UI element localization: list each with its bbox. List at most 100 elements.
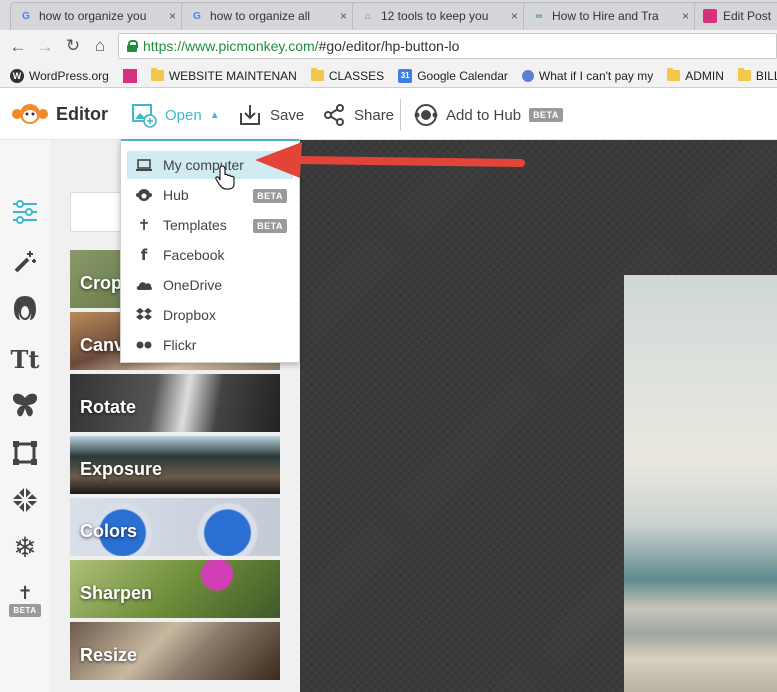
share-button[interactable]: Share bbox=[322, 101, 394, 129]
bookmark-label: ADMIN bbox=[685, 68, 724, 83]
facebook-icon: f bbox=[140, 246, 148, 264]
open-label: Open bbox=[165, 106, 202, 124]
bookmark-item[interactable]: WEBSITE MAINTENAN bbox=[150, 68, 297, 83]
save-button[interactable]: Save bbox=[238, 101, 304, 129]
bookmark-item[interactable]: 31 Google Calendar bbox=[398, 68, 508, 83]
url-secure-part: https://www.picmonkey.com/ bbox=[143, 38, 319, 54]
folder-icon bbox=[667, 68, 681, 81]
editor-canvas[interactable] bbox=[300, 140, 777, 692]
open-menu-item-templates[interactable]: ✝ Templates BETA bbox=[127, 211, 293, 239]
text-icon[interactable]: Tt bbox=[10, 344, 40, 374]
rail-beta-badge: BETA bbox=[9, 603, 41, 617]
open-menu-item-label: OneDrive bbox=[163, 277, 223, 293]
bookmark-item[interactable]: BILLS bbox=[737, 68, 777, 83]
bookmark-label: What if I can't pay my bbox=[538, 68, 654, 83]
themes-snowflake-icon[interactable]: ❄ bbox=[10, 533, 40, 563]
monkey-logo-icon bbox=[12, 104, 48, 124]
tab-title: how to organize you bbox=[39, 9, 147, 23]
templates-beta-icon[interactable]: ✝ BETA bbox=[9, 580, 41, 620]
tab-close-icon[interactable]: × bbox=[682, 9, 689, 23]
tab-close-icon[interactable]: × bbox=[511, 9, 518, 23]
tab-favicon-icon: G bbox=[22, 10, 30, 22]
effects-wand-icon[interactable] bbox=[10, 247, 40, 277]
open-menu-item-label: Hub bbox=[163, 187, 189, 203]
pink-square-icon bbox=[122, 68, 137, 83]
tab-title: how to organize all bbox=[210, 9, 311, 23]
beach-photo[interactable] bbox=[624, 275, 777, 692]
save-download-icon bbox=[240, 105, 260, 125]
dropbox-icon bbox=[135, 307, 153, 323]
folder-icon bbox=[150, 68, 164, 81]
frames-icon[interactable] bbox=[10, 438, 40, 468]
browser-tab[interactable]: ⌂ 12 tools to keep you × bbox=[352, 2, 527, 30]
bookmark-item[interactable]: W WordPress.org bbox=[10, 68, 109, 83]
tool-tile-label: Crop bbox=[80, 273, 122, 293]
open-dropdown-menu: My computer Hub BETA ✝ Templates BETA f Faceboo… bbox=[120, 139, 300, 363]
open-menu-item-dropbox[interactable]: Dropbox bbox=[127, 301, 293, 329]
hub-monkey-icon bbox=[414, 104, 438, 126]
bookmark-item[interactable]: What if I can't pay my bbox=[521, 68, 654, 83]
tool-tile-sharpen[interactable]: Sharpen bbox=[70, 560, 280, 620]
folder-icon bbox=[737, 68, 751, 81]
share-icon bbox=[324, 104, 344, 126]
tool-tile-exposure[interactable]: Exposure bbox=[70, 436, 280, 496]
adjustments-icon[interactable] bbox=[10, 197, 40, 227]
browser-tab[interactable]: Ghow to organize you × bbox=[10, 2, 185, 30]
hub-icon bbox=[135, 187, 153, 203]
wordpress-icon: W bbox=[10, 68, 24, 83]
tool-tile-resize[interactable]: Resize bbox=[70, 622, 280, 682]
bookmark-label: WEBSITE MAINTENAN bbox=[168, 68, 297, 83]
home-icon[interactable]: ⌂ bbox=[86, 36, 114, 56]
url-path-part: #go/editor/hp-button-lo bbox=[318, 38, 460, 54]
add-to-hub-label: Add to Hub bbox=[446, 106, 522, 124]
laptop-icon bbox=[135, 158, 153, 172]
open-menu-item-label: Dropbox bbox=[163, 307, 216, 323]
textures-icon[interactable] bbox=[10, 485, 40, 515]
beta-badge: BETA bbox=[253, 219, 287, 233]
lock-icon bbox=[127, 40, 138, 52]
open-menu-item-onedrive[interactable]: OneDrive bbox=[127, 271, 293, 299]
url-field[interactable]: https://www.picmonkey.com/#go/editor/hp-… bbox=[118, 33, 777, 59]
browser-tab[interactable]: ∞ How to Hire and Tra × bbox=[523, 2, 698, 30]
open-menu-item-label: Flickr bbox=[163, 337, 197, 353]
open-menu-item-label: Templates bbox=[163, 217, 227, 233]
hub-beta-badge: BETA bbox=[529, 108, 563, 122]
touch-up-face-icon[interactable] bbox=[10, 293, 40, 323]
browser-tab[interactable]: Edit Post bbox=[694, 2, 777, 30]
overlays-butterfly-icon[interactable] bbox=[10, 390, 40, 420]
share-label: Share bbox=[354, 106, 395, 124]
open-menu-item-label: Facebook bbox=[163, 247, 225, 263]
bookmark-label: BILLS bbox=[755, 68, 777, 83]
open-menu-item-my-computer[interactable]: My computer bbox=[127, 151, 293, 179]
open-menu-item-hub[interactable]: Hub BETA bbox=[127, 181, 293, 209]
browser-tab[interactable]: Ghow to organize all × bbox=[181, 2, 356, 30]
tab-close-icon[interactable]: × bbox=[169, 9, 176, 23]
app-title: Editor bbox=[56, 103, 108, 124]
tab-favicon-icon: G bbox=[193, 10, 201, 22]
open-image-icon bbox=[132, 104, 157, 128]
picmonkey-logo[interactable]: Editor bbox=[12, 103, 108, 125]
tool-tile-label: Sharpen bbox=[80, 583, 153, 603]
add-to-hub-button[interactable]: Add to Hub BETA bbox=[414, 101, 563, 129]
bookmark-label: Google Calendar bbox=[417, 68, 508, 83]
tab-favicon-icon: ∞ bbox=[535, 10, 543, 22]
calendar-icon: 31 bbox=[398, 68, 413, 83]
tool-tile-colors[interactable]: Colors bbox=[70, 498, 280, 558]
bookmark-item[interactable] bbox=[122, 68, 137, 83]
open-button[interactable]: Open ▲ bbox=[131, 101, 220, 129]
open-menu-item-flickr[interactable]: Flickr bbox=[127, 331, 293, 359]
forward-icon[interactable]: → bbox=[31, 37, 59, 57]
tab-close-icon[interactable]: × bbox=[340, 9, 347, 23]
tool-tile-rotate[interactable]: Rotate bbox=[70, 374, 280, 434]
open-menu-item-facebook[interactable]: f Facebook bbox=[127, 241, 293, 269]
tool-tile-label: Colors bbox=[80, 521, 138, 541]
folder-icon bbox=[310, 68, 324, 81]
browser-tab-bar: Ghow to organize you × Ghow to organize al… bbox=[0, 0, 777, 30]
tab-favicon-icon: ⌂ bbox=[364, 10, 372, 22]
back-icon[interactable]: ← bbox=[4, 37, 32, 57]
save-label: Save bbox=[270, 106, 305, 124]
reload-icon[interactable]: ↻ bbox=[59, 36, 87, 56]
bookmark-item[interactable]: ADMIN bbox=[667, 68, 724, 83]
templates-icon: ✝ bbox=[137, 217, 151, 234]
bookmark-item[interactable]: CLASSES bbox=[310, 68, 384, 83]
